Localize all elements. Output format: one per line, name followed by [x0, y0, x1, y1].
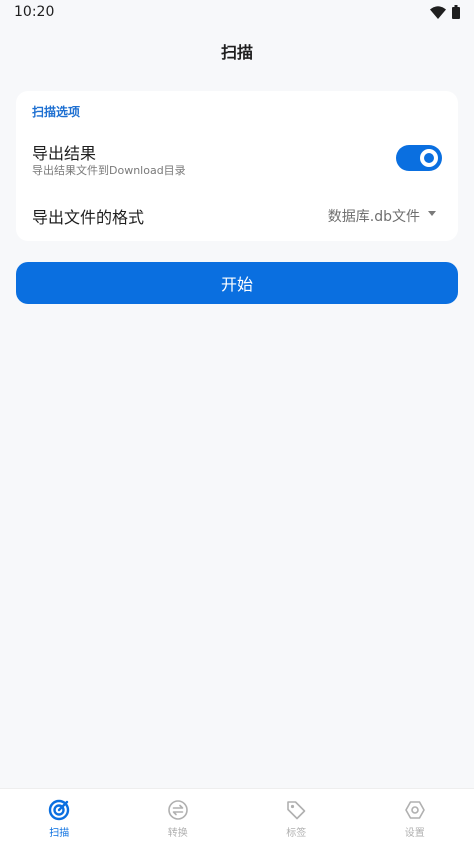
- export-results-subtitle: 导出结果文件到Download目录: [32, 164, 186, 177]
- export-format-row[interactable]: 导出文件的格式 数据库.db文件: [16, 191, 458, 237]
- dropdown-caret-icon: [428, 211, 436, 216]
- nav-label-settings: 设置: [404, 828, 425, 839]
- tag-icon: [285, 799, 307, 821]
- nav-item-tag[interactable]: 标签: [237, 789, 356, 844]
- status-bar: 10:20: [0, 0, 474, 26]
- battery-icon: [452, 5, 460, 19]
- export-results-row[interactable]: 导出结果 导出结果文件到Download目录: [16, 131, 458, 185]
- export-results-title: 导出结果: [32, 144, 97, 163]
- section-label: 扫描选项: [32, 105, 81, 119]
- convert-icon: [167, 799, 189, 821]
- nav-item-settings[interactable]: 设置: [356, 789, 474, 844]
- wifi-icon: [430, 5, 446, 19]
- nav-label-convert: 转换: [167, 828, 188, 839]
- status-time: 10:20: [14, 4, 55, 20]
- app-bar: 扫描: [0, 26, 474, 76]
- settings-icon: [404, 799, 426, 821]
- page-title: 扫描: [220, 43, 253, 62]
- scan-icon: [48, 799, 70, 821]
- export-results-toggle[interactable]: [396, 145, 442, 171]
- start-button[interactable]: 开始: [16, 262, 458, 304]
- nav-item-scan[interactable]: 扫描: [0, 789, 119, 844]
- nav-label-tag: 标签: [286, 828, 307, 839]
- nav-label-scan: 扫描: [49, 828, 70, 839]
- scan-screen: 10:20 扫描 扫描选项 导出结果 导出结果文件到Download目录 导出文…: [0, 0, 474, 844]
- status-icons: [430, 5, 460, 19]
- bottom-nav: 扫描 转换 标签 设置: [0, 788, 474, 844]
- scan-options-card: 扫描选项 导出结果 导出结果文件到Download目录 导出文件的格式 数据库.…: [16, 91, 458, 241]
- export-format-title: 导出文件的格式: [32, 208, 145, 227]
- export-format-select[interactable]: 数据库.db文件: [328, 206, 420, 226]
- toggle-knob: [420, 149, 438, 167]
- nav-item-convert[interactable]: 转换: [119, 789, 238, 844]
